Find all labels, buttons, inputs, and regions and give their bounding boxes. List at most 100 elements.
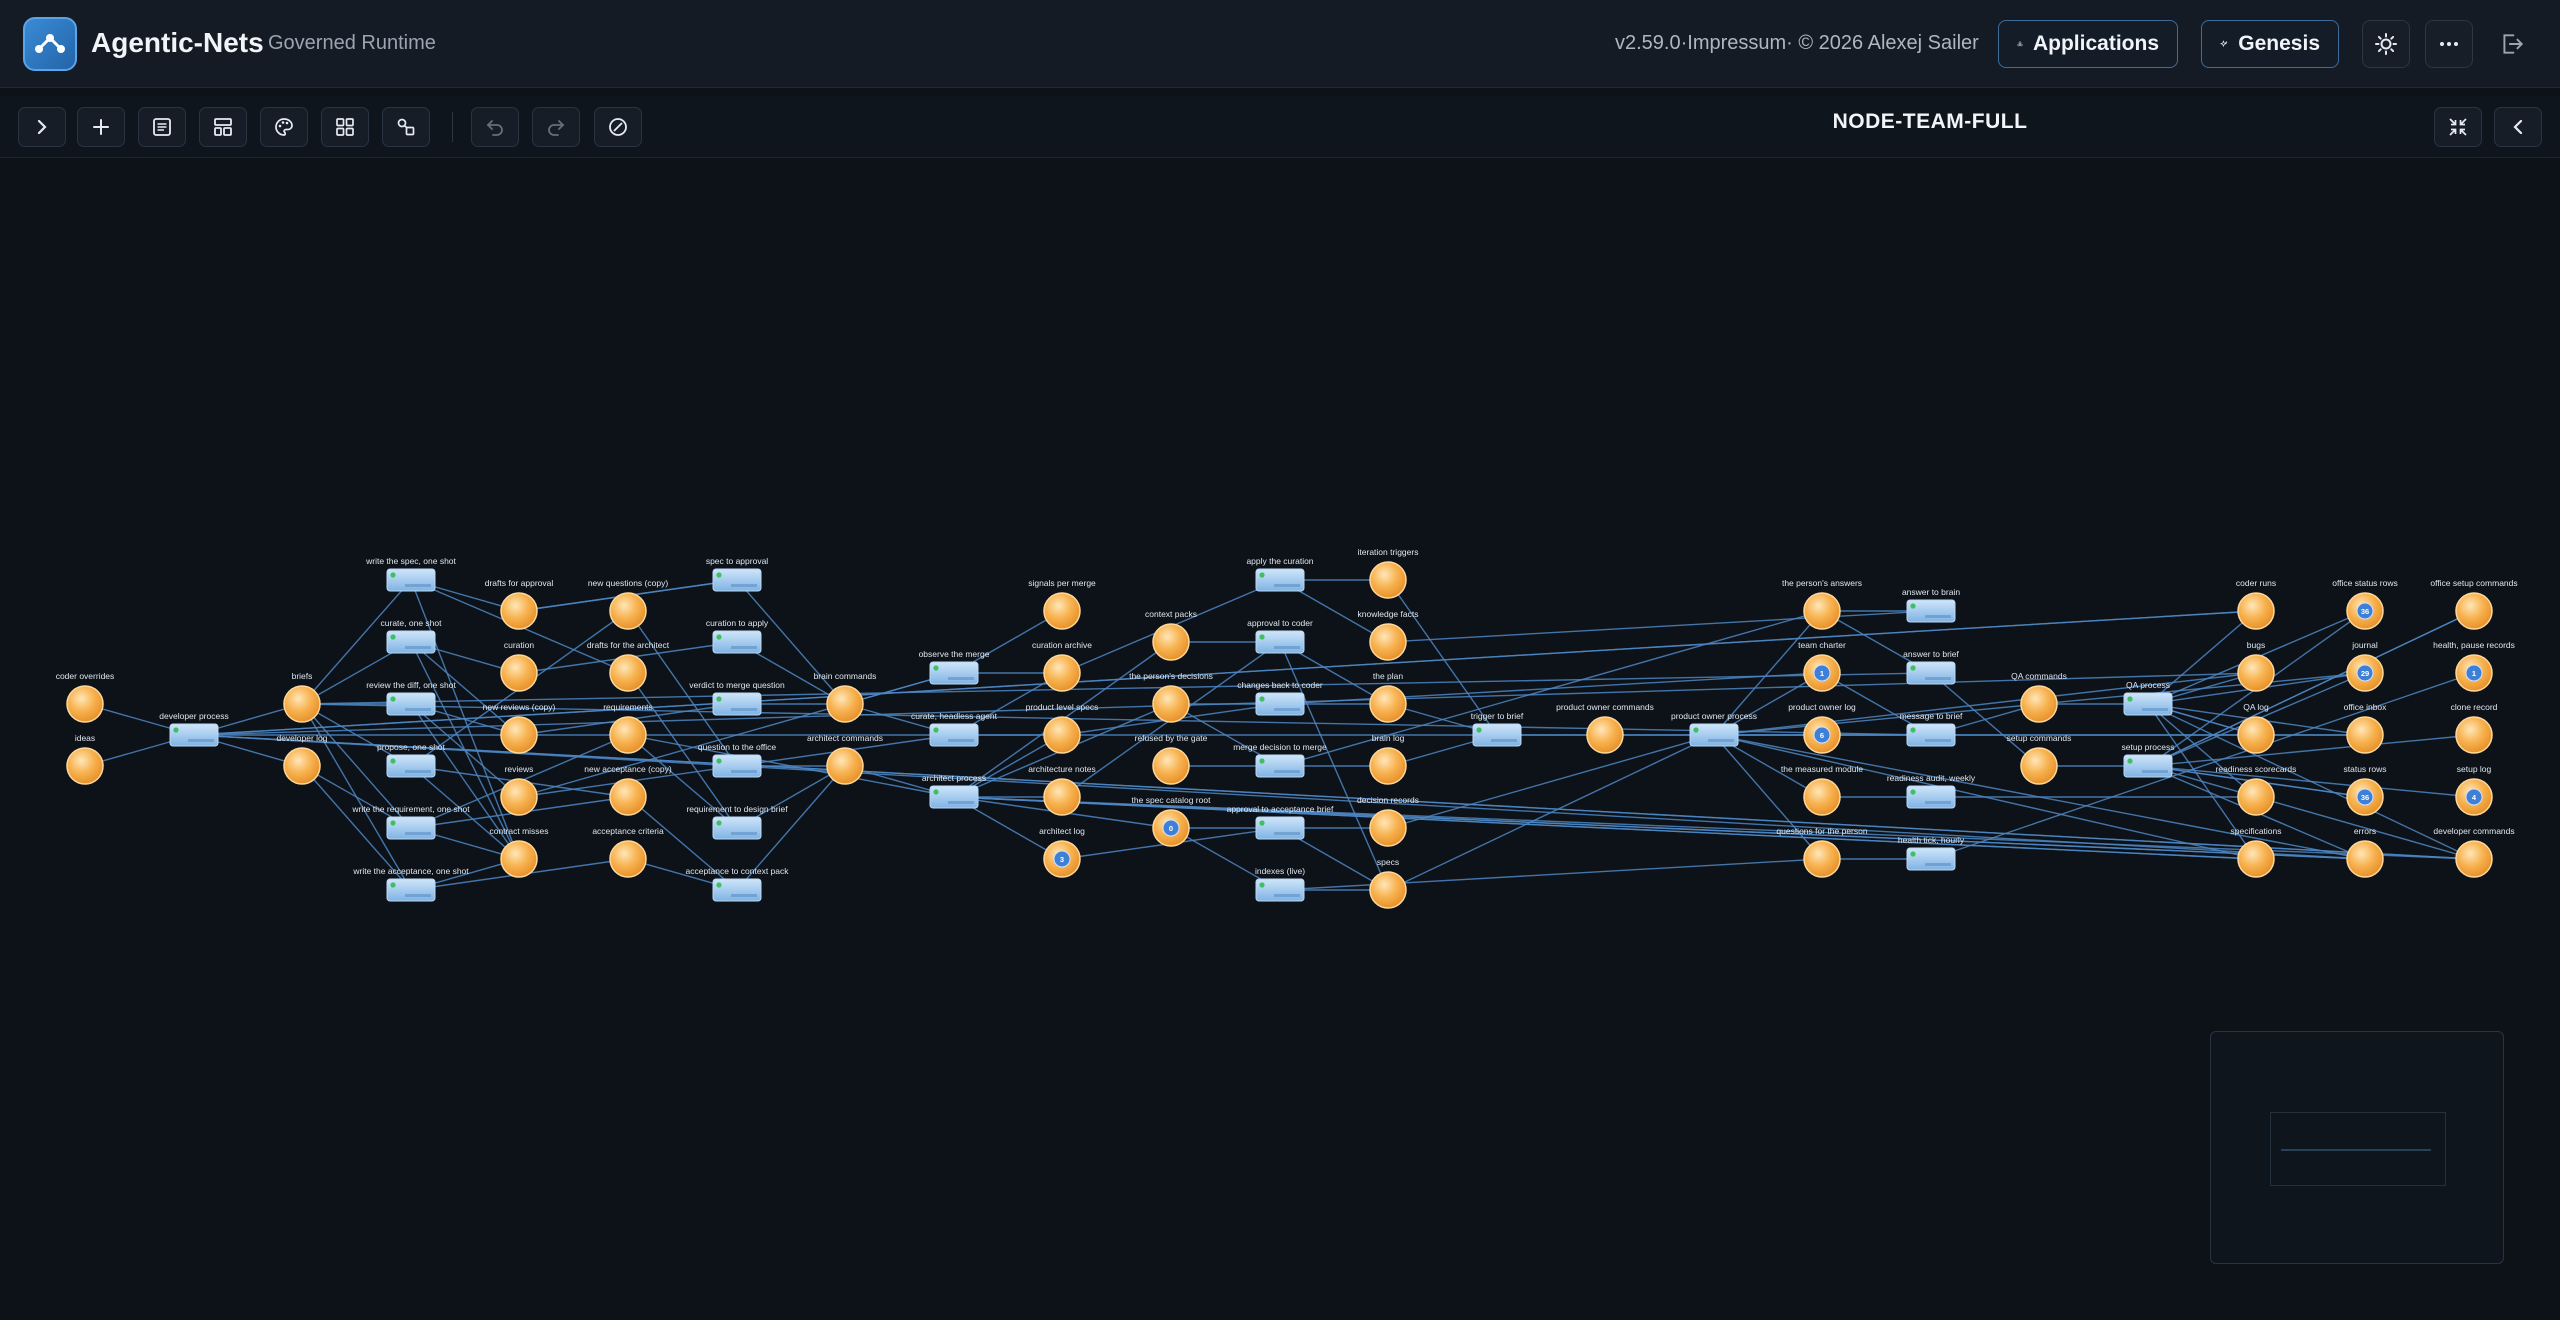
transition-box[interactable] bbox=[712, 878, 762, 902]
transition-box[interactable] bbox=[386, 754, 436, 778]
transition-box[interactable] bbox=[1906, 599, 1956, 623]
transition-node[interactable] bbox=[929, 785, 979, 809]
transition-node[interactable] bbox=[1255, 568, 1305, 592]
transition-node[interactable] bbox=[2123, 692, 2173, 716]
place-circle[interactable] bbox=[1369, 623, 1407, 661]
place-node[interactable] bbox=[609, 840, 647, 878]
place-node[interactable] bbox=[1043, 778, 1081, 816]
place-node[interactable] bbox=[1369, 623, 1407, 661]
place-circle[interactable] bbox=[1152, 623, 1190, 661]
arc[interactable] bbox=[627, 734, 955, 798]
transition-node[interactable] bbox=[1906, 661, 1956, 685]
place-circle[interactable] bbox=[2020, 685, 2058, 723]
place-node[interactable] bbox=[66, 685, 104, 723]
place-circle[interactable] bbox=[283, 747, 321, 785]
place-node[interactable] bbox=[500, 654, 538, 692]
transition-node[interactable] bbox=[1472, 723, 1522, 747]
version-info[interactable]: v2.59.0·Impressum· © 2026 Alexej Sailer bbox=[1615, 32, 1979, 55]
place-node[interactable] bbox=[2455, 840, 2493, 878]
place-node[interactable]: 6 bbox=[1803, 716, 1841, 754]
place-circle[interactable] bbox=[2020, 747, 2058, 785]
transition-box[interactable] bbox=[386, 878, 436, 902]
place-circle[interactable] bbox=[1043, 778, 1081, 816]
transition-box[interactable] bbox=[386, 630, 436, 654]
place-node[interactable] bbox=[609, 592, 647, 630]
place-circle[interactable] bbox=[1043, 592, 1081, 630]
transition-node[interactable] bbox=[712, 692, 762, 716]
transition-node[interactable] bbox=[1255, 630, 1305, 654]
transition-box[interactable] bbox=[712, 630, 762, 654]
place-circle[interactable] bbox=[609, 778, 647, 816]
place-node[interactable]: 1 bbox=[2455, 654, 2493, 692]
collapse-view-button[interactable] bbox=[2434, 107, 2482, 147]
place-circle[interactable] bbox=[1043, 654, 1081, 692]
transition-node[interactable] bbox=[1255, 754, 1305, 778]
place-circle[interactable] bbox=[1586, 716, 1624, 754]
place-circle[interactable] bbox=[609, 716, 647, 754]
transition-box[interactable] bbox=[2123, 692, 2173, 716]
place-circle[interactable] bbox=[826, 685, 864, 723]
place-node[interactable] bbox=[2020, 685, 2058, 723]
place-node[interactable] bbox=[826, 685, 864, 723]
place-circle[interactable] bbox=[609, 654, 647, 692]
transition-node[interactable] bbox=[386, 816, 436, 840]
add-element-button[interactable] bbox=[77, 107, 125, 147]
logout-button[interactable] bbox=[2488, 20, 2536, 68]
clear-button[interactable] bbox=[594, 107, 642, 147]
transition-node[interactable] bbox=[929, 661, 979, 685]
transition-box[interactable] bbox=[929, 723, 979, 747]
transition-box[interactable] bbox=[712, 692, 762, 716]
place-circle[interactable] bbox=[609, 592, 647, 630]
list-view-button[interactable] bbox=[138, 107, 186, 147]
place-node[interactable] bbox=[1043, 716, 1081, 754]
transition-box[interactable] bbox=[712, 816, 762, 840]
place-node[interactable] bbox=[2020, 747, 2058, 785]
transition-node[interactable] bbox=[386, 568, 436, 592]
place-node[interactable] bbox=[2237, 778, 2275, 816]
place-circle[interactable] bbox=[283, 685, 321, 723]
place-circle[interactable] bbox=[1369, 747, 1407, 785]
place-circle[interactable] bbox=[1043, 716, 1081, 754]
place-node[interactable] bbox=[2455, 592, 2493, 630]
expand-panel-button[interactable] bbox=[18, 107, 66, 147]
transition-node[interactable] bbox=[712, 568, 762, 592]
arc[interactable] bbox=[2147, 610, 2257, 705]
transition-node[interactable] bbox=[1255, 878, 1305, 902]
place-circle[interactable] bbox=[1803, 840, 1841, 878]
theme-toggle-button[interactable] bbox=[2362, 20, 2410, 68]
more-menu-button[interactable] bbox=[2425, 20, 2473, 68]
arc[interactable] bbox=[301, 672, 1932, 705]
place-circle[interactable] bbox=[1152, 685, 1190, 723]
place-circle[interactable] bbox=[1369, 871, 1407, 909]
layout-button[interactable] bbox=[199, 107, 247, 147]
place-node[interactable] bbox=[1043, 654, 1081, 692]
place-node[interactable] bbox=[500, 716, 538, 754]
transition-box[interactable] bbox=[1255, 568, 1305, 592]
transition-box[interactable] bbox=[2123, 754, 2173, 778]
place-circle[interactable] bbox=[1369, 685, 1407, 723]
transition-box[interactable] bbox=[1255, 630, 1305, 654]
app-logo[interactable] bbox=[23, 17, 77, 71]
collapse-panel-button[interactable] bbox=[2494, 107, 2542, 147]
place-node[interactable]: 36 bbox=[2346, 778, 2384, 816]
place-node[interactable] bbox=[1803, 840, 1841, 878]
place-circle[interactable] bbox=[500, 716, 538, 754]
transition-node[interactable] bbox=[2123, 754, 2173, 778]
place-node[interactable] bbox=[2346, 840, 2384, 878]
place-node[interactable] bbox=[2455, 716, 2493, 754]
place-node[interactable] bbox=[1369, 871, 1407, 909]
transition-node[interactable] bbox=[1255, 816, 1305, 840]
place-node[interactable] bbox=[1369, 561, 1407, 599]
place-node[interactable] bbox=[500, 592, 538, 630]
place-node[interactable] bbox=[1369, 685, 1407, 723]
transition-node[interactable] bbox=[386, 692, 436, 716]
genesis-button[interactable]: Genesis bbox=[2201, 20, 2339, 68]
grid-button[interactable] bbox=[321, 107, 369, 147]
transition-box[interactable] bbox=[169, 723, 219, 747]
place-node[interactable]: 1 bbox=[1803, 654, 1841, 692]
place-node[interactable] bbox=[2237, 654, 2275, 692]
transition-box[interactable] bbox=[1255, 754, 1305, 778]
arc[interactable] bbox=[1387, 734, 1715, 829]
place-circle[interactable] bbox=[1369, 809, 1407, 847]
transition-node[interactable] bbox=[1906, 599, 1956, 623]
